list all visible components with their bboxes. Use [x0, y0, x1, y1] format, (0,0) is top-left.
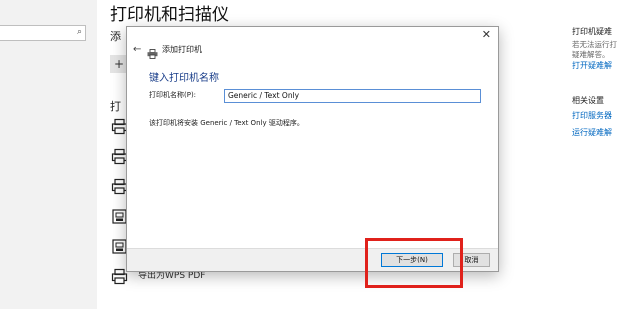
- printer-name-input[interactable]: Generic / Text Only: [224, 89, 481, 103]
- printers-section-label: 打: [110, 100, 121, 113]
- close-icon[interactable]: ✕: [482, 28, 491, 41]
- back-arrow-icon[interactable]: ←: [133, 44, 141, 55]
- printer-name-label: 打印机名称(P):: [149, 91, 197, 99]
- search-input[interactable]: ⌕: [0, 25, 86, 41]
- print-server-link[interactable]: 打印服务器: [572, 110, 612, 121]
- settings-nav-pane: ⌕: [0, 0, 97, 309]
- page-title: 打印机和扫描仪: [110, 5, 229, 25]
- dialog-title: 添加打印机: [162, 45, 202, 54]
- help-text: 疑难解答。: [572, 50, 610, 59]
- troubleshooter-link[interactable]: 打开疑难解: [572, 60, 612, 71]
- add-printer-label: 添: [110, 30, 121, 43]
- run-troubleshooter-link[interactable]: 运行疑难解: [572, 127, 612, 138]
- add-printer-dialog: ✕ ← 添加打印机 键入打印机名称 打印机名称(P): Generic / Te…: [126, 26, 499, 272]
- highlight-annotation: [365, 238, 463, 288]
- related-settings-heading: 相关设置: [572, 96, 604, 105]
- right-help-pane: 打印机疑难 若无法运行打 疑难解答。 打开疑难解 相关设置 打印服务器 运行疑难…: [572, 0, 620, 309]
- help-heading: 打印机疑难: [572, 27, 612, 36]
- driver-note: 该打印机将安装 Generic / Text Only 驱动程序。: [149, 119, 304, 127]
- search-icon[interactable]: ⌕: [77, 27, 82, 37]
- dialog-heading: 键入打印机名称: [149, 73, 219, 84]
- printer-icon: [147, 44, 158, 59]
